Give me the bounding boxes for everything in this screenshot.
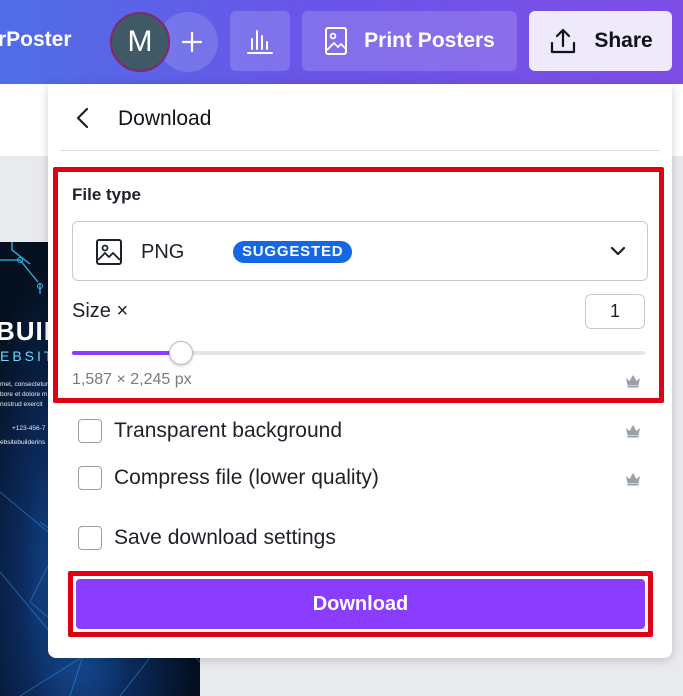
share-button[interactable]: Share: [529, 11, 672, 71]
save-download-settings-label: Save download settings: [114, 526, 336, 549]
compress-file-label: Compress file (lower quality): [114, 466, 379, 489]
crown-icon: [626, 473, 640, 486]
panel-header: Download: [48, 84, 672, 150]
design-title[interactable]: rPoster: [0, 28, 72, 52]
bar-chart-icon: [247, 30, 273, 54]
print-posters-label: Print Posters: [364, 29, 495, 52]
file-type-value: PNG: [141, 241, 185, 263]
print-posters-button[interactable]: Print Posters: [302, 11, 517, 71]
suggested-badge: SUGGESTED: [233, 241, 353, 263]
plus-icon: [181, 31, 203, 53]
editor-toolbar: rPoster M Print Posters Share: [0, 0, 683, 84]
chevron-down-icon: [610, 246, 626, 256]
size-label: Size ×: [72, 300, 129, 322]
panel-title: Download: [118, 107, 212, 130]
size-slider-fill: [72, 351, 181, 355]
save-download-settings-checkbox[interactable]: [78, 526, 102, 550]
size-dimensions: 1,587 × 2,245 px: [72, 371, 192, 388]
download-panel: Download File type PNG SUGGESTED Size × …: [48, 84, 672, 658]
transparent-background-label: Transparent background: [114, 419, 343, 442]
avatar[interactable]: M: [110, 12, 170, 72]
upload-icon: [551, 28, 576, 54]
crown-icon: [626, 375, 640, 388]
crown-icon: [626, 425, 640, 438]
transparent-background-checkbox[interactable]: [78, 419, 102, 443]
image-icon: [96, 239, 122, 265]
size-slider[interactable]: [72, 341, 645, 365]
compress-file-checkbox[interactable]: [78, 466, 102, 490]
highlight-file-settings: [53, 167, 664, 403]
size-slider-handle[interactable]: [169, 341, 193, 365]
file-type-label: File type: [72, 185, 141, 204]
image-icon: [325, 27, 348, 55]
share-label: Share: [594, 29, 653, 52]
download-button[interactable]: Download: [76, 579, 645, 629]
insights-button[interactable]: [230, 11, 290, 71]
file-type-select[interactable]: PNG SUGGESTED: [72, 221, 648, 281]
chevron-left-icon[interactable]: [72, 106, 94, 130]
header-divider: [60, 150, 660, 151]
size-multiplier-input[interactable]: 1: [585, 294, 645, 329]
